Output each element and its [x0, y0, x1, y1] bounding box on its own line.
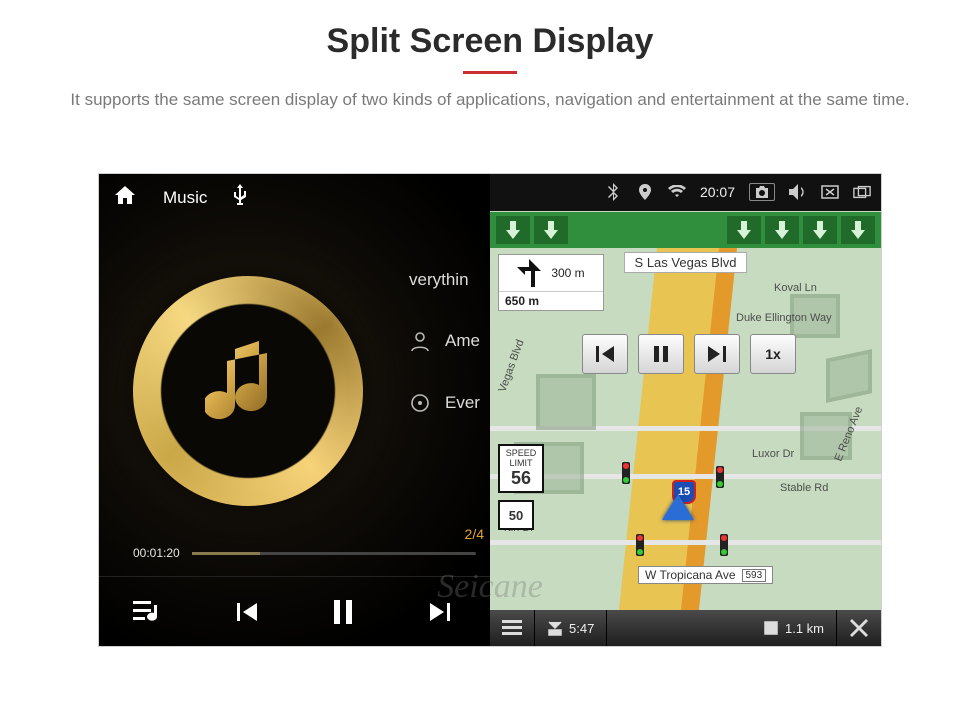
- location-icon: [636, 183, 654, 201]
- volume-icon[interactable]: [789, 183, 807, 201]
- turn-left-icon: [517, 259, 545, 287]
- lane-arrow-icon: [727, 216, 761, 244]
- nav-close-button[interactable]: [837, 619, 881, 637]
- map-building: [536, 374, 596, 430]
- usb-icon[interactable]: [233, 184, 247, 211]
- traffic-light-icon: [720, 534, 728, 556]
- sim-prev-button[interactable]: [582, 334, 628, 374]
- sim-pause-button[interactable]: [638, 334, 684, 374]
- map-road: [490, 540, 881, 545]
- nav-menu-button[interactable]: [490, 610, 535, 646]
- map-label: Duke Ellington Way: [736, 312, 832, 324]
- pause-button[interactable]: [317, 586, 369, 638]
- split-screen-icon[interactable]: [853, 183, 871, 201]
- traffic-light-icon: [636, 534, 644, 556]
- page-description: It supports the same screen display of t…: [50, 88, 930, 113]
- lane-arrow-icon: [496, 216, 530, 244]
- turn-main-distance: 650 m: [499, 291, 603, 310]
- screenshot-button[interactable]: [749, 183, 775, 201]
- lane-arrow-icon: [534, 216, 568, 244]
- turn-near-distance: 300 m: [551, 266, 584, 280]
- speed-limit-value: 56: [500, 468, 542, 489]
- seek-bar[interactable]: [192, 552, 476, 555]
- seek-row: 00:01:20: [133, 546, 476, 560]
- album-art-ring: [133, 276, 363, 506]
- queue-button[interactable]: [122, 586, 174, 638]
- cross-street-name: W Tropicana Ave: [645, 568, 736, 582]
- track-album-row: Ever: [409, 392, 480, 414]
- music-note-icon: [205, 341, 291, 442]
- home-icon[interactable]: [113, 184, 137, 211]
- page-title: Split Screen Display: [0, 22, 980, 61]
- person-icon: [409, 330, 431, 352]
- speed-limit-sign: SPEED LIMIT 56: [498, 444, 544, 493]
- status-time: 20:07: [700, 184, 735, 200]
- device-screenshot: Music verythin Ame: [98, 173, 882, 647]
- nav-remaining-value: 1.1 km: [785, 621, 824, 636]
- route-badge: 593: [742, 569, 767, 582]
- current-street-label: S Las Vegas Blvd: [624, 252, 748, 273]
- lane-arrow-icon: [765, 216, 799, 244]
- system-status-bar: 20:07: [490, 174, 881, 211]
- nav-lane-bar: [490, 212, 881, 248]
- elapsed-time: 00:01:20: [133, 546, 180, 560]
- nav-bottom-bar: 5:47 1.1 km: [490, 610, 881, 646]
- nav-eta: 5:47: [535, 610, 607, 646]
- title-underline: [463, 71, 517, 74]
- track-title-row: verythin: [409, 270, 480, 290]
- next-button[interactable]: [415, 586, 467, 638]
- music-app-pane: Music verythin Ame: [99, 174, 490, 646]
- previous-button[interactable]: [220, 586, 272, 638]
- route-shield: 50: [498, 500, 534, 530]
- nav-remaining: 1.1 km: [751, 610, 837, 646]
- track-album-text: Ever: [445, 393, 480, 413]
- traffic-light-icon: [716, 466, 724, 488]
- track-index: 2/4: [465, 526, 484, 542]
- turn-instruction-box: 300 m 650 m: [498, 254, 604, 311]
- cross-street-label: W Tropicana Ave 593: [638, 566, 773, 584]
- close-window-icon[interactable]: [821, 183, 839, 201]
- music-app-label: Music: [163, 188, 207, 208]
- map-label: Vegas Blvd: [496, 338, 526, 394]
- map-label: Koval Ln: [774, 282, 817, 294]
- lane-arrow-icon: [841, 216, 875, 244]
- bluetooth-icon: [604, 183, 622, 201]
- track-artist-text: Ame: [445, 331, 480, 351]
- navigation-app-pane: 20:07 S Las V: [490, 174, 881, 646]
- traffic-light-icon: [622, 462, 630, 484]
- map-label: Stable Rd: [780, 482, 828, 494]
- speed-limit-label: SPEED LIMIT: [500, 448, 542, 468]
- map-label: Luxor Dr: [752, 448, 794, 460]
- simulation-controls: 1x: [582, 334, 796, 374]
- disc-icon: [409, 392, 431, 414]
- sim-next-button[interactable]: [694, 334, 740, 374]
- lane-arrow-icon: [803, 216, 837, 244]
- vehicle-cursor-icon: [662, 494, 694, 520]
- track-artist-row: Ame: [409, 330, 480, 352]
- sim-speed-button[interactable]: 1x: [750, 334, 796, 374]
- track-title-text: verythin: [409, 270, 469, 290]
- wifi-icon: [668, 183, 686, 201]
- nav-eta-value: 5:47: [569, 621, 594, 636]
- map-building: [826, 349, 872, 403]
